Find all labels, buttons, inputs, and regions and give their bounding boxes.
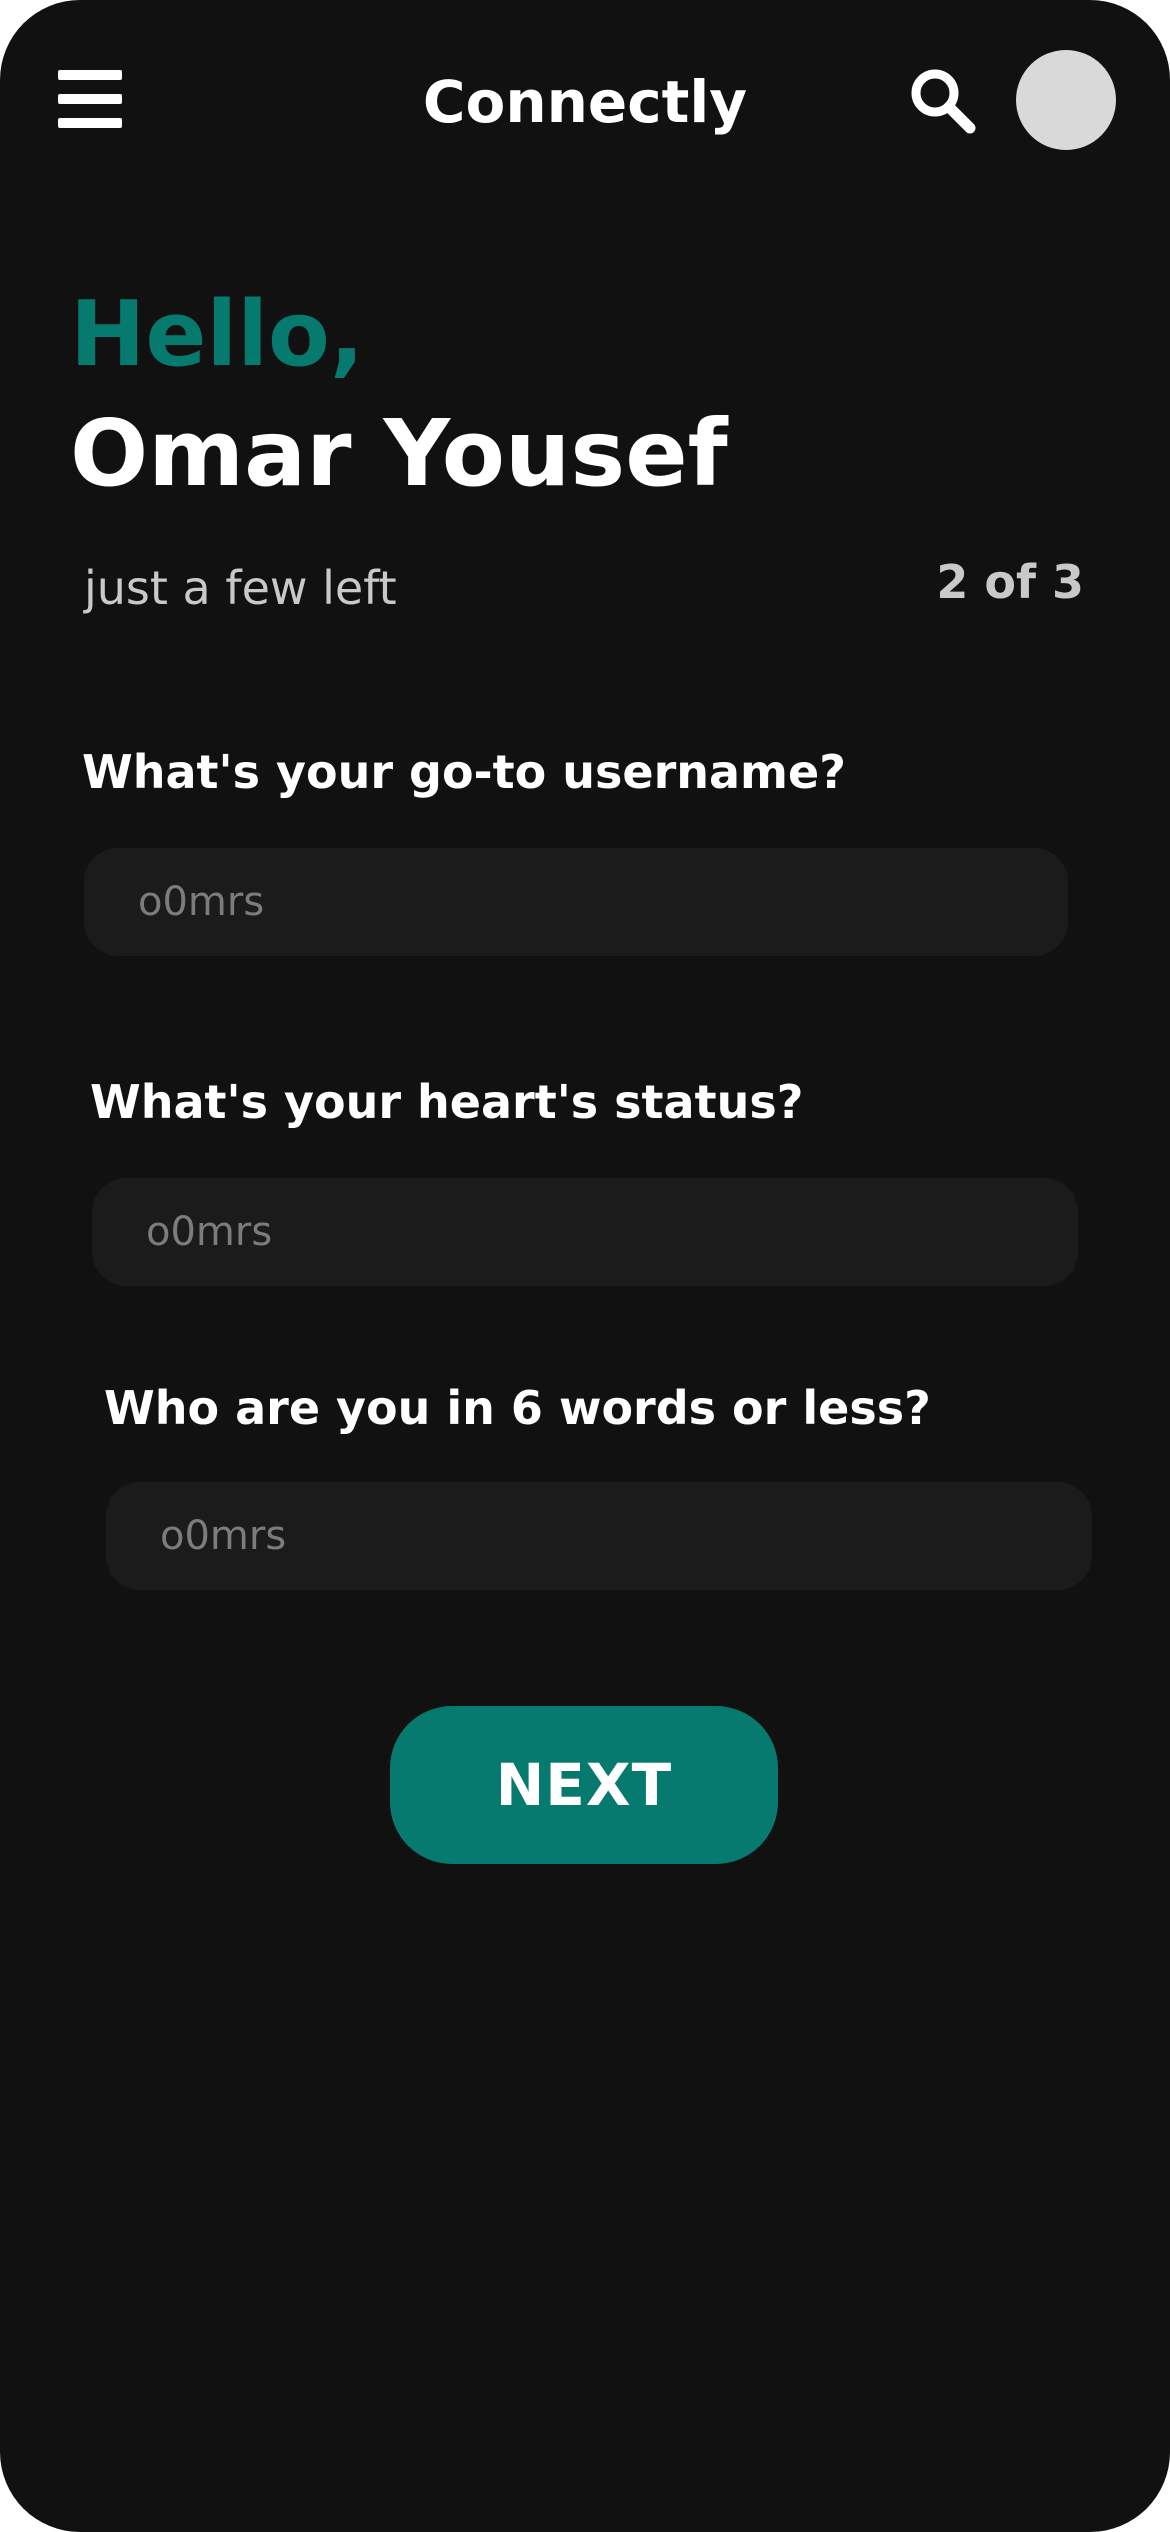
username-input[interactable] <box>84 848 1068 956</box>
relationship-status-question-label: What's your heart's status? <box>90 1075 804 1129</box>
search-icon[interactable] <box>908 66 978 136</box>
relationship-status-input[interactable] <box>92 1178 1078 1286</box>
bio-input[interactable] <box>106 1482 1092 1590</box>
bio-question-label: Who are you in 6 words or less? <box>104 1381 931 1435</box>
username-question-label: What's your go-to username? <box>82 745 846 799</box>
user-name: Omar Yousef <box>70 400 728 507</box>
app-screen: Connectly Hello, Omar Yousef just a few … <box>0 0 1170 2532</box>
next-button[interactable]: NEXT <box>390 1706 778 1864</box>
greeting-hello: Hello, <box>70 282 365 387</box>
search-icon-graphic <box>911 69 976 134</box>
step-counter: 2 of 3 <box>936 555 1084 609</box>
app-title: Connectly <box>422 68 748 136</box>
progress-subtitle: just a few left <box>84 561 397 615</box>
avatar[interactable] <box>1016 50 1116 150</box>
